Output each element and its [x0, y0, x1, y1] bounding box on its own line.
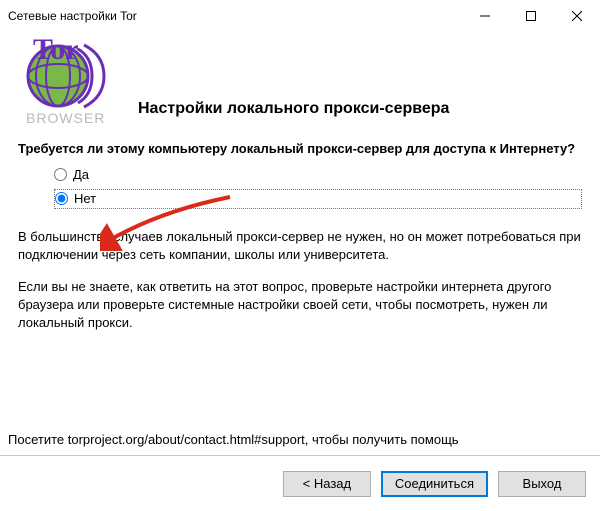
- description: В большинстве случаев локальный прокси-с…: [18, 228, 582, 333]
- title-bar: Сетевые настройки Tor: [0, 1, 600, 31]
- option-no[interactable]: Нет: [54, 189, 582, 209]
- help-link[interactable]: Посетите torproject.org/about/contact.ht…: [8, 432, 459, 447]
- client-area: Tor BROWSER Настройки локального прокси-…: [0, 31, 600, 455]
- back-button[interactable]: < Назад: [283, 471, 371, 497]
- close-button[interactable]: [554, 1, 600, 31]
- back-button-label: < Назад: [303, 476, 351, 491]
- option-yes-label: Да: [73, 167, 89, 182]
- description-line-2: Если вы не знаете, как ответить на этот …: [18, 278, 582, 333]
- radio-yes[interactable]: [54, 168, 67, 181]
- maximize-icon: [526, 11, 536, 21]
- options-group: Да Нет: [54, 164, 582, 210]
- window-controls: [462, 1, 600, 31]
- close-icon: [572, 11, 582, 21]
- exit-button-label: Выход: [523, 476, 562, 491]
- connect-button-label: Соединиться: [395, 476, 474, 491]
- tor-logo: Tor BROWSER: [18, 31, 118, 126]
- svg-text:BROWSER: BROWSER: [26, 110, 105, 126]
- description-line-1: В большинстве случаев локальный прокси-с…: [18, 228, 582, 264]
- maximize-button[interactable]: [508, 1, 554, 31]
- connect-button[interactable]: Соединиться: [381, 471, 488, 497]
- window: Сетевые настройки Tor: [0, 0, 600, 511]
- header-row: Tor BROWSER Настройки локального прокси-…: [18, 31, 582, 126]
- window-title: Сетевые настройки Tor: [8, 9, 462, 23]
- button-bar: < Назад Соединиться Выход: [0, 455, 600, 511]
- radio-no[interactable]: [55, 192, 68, 205]
- svg-text:Tor: Tor: [33, 33, 79, 66]
- minimize-icon: [480, 11, 490, 21]
- minimize-button[interactable]: [462, 1, 508, 31]
- option-yes[interactable]: Да: [54, 164, 582, 186]
- exit-button[interactable]: Выход: [498, 471, 586, 497]
- option-no-row: Нет: [54, 188, 582, 210]
- option-no-label: Нет: [74, 191, 96, 206]
- question-text: Требуется ли этому компьютеру локальный …: [18, 140, 582, 158]
- page-title: Настройки локального прокси-сервера: [118, 100, 449, 126]
